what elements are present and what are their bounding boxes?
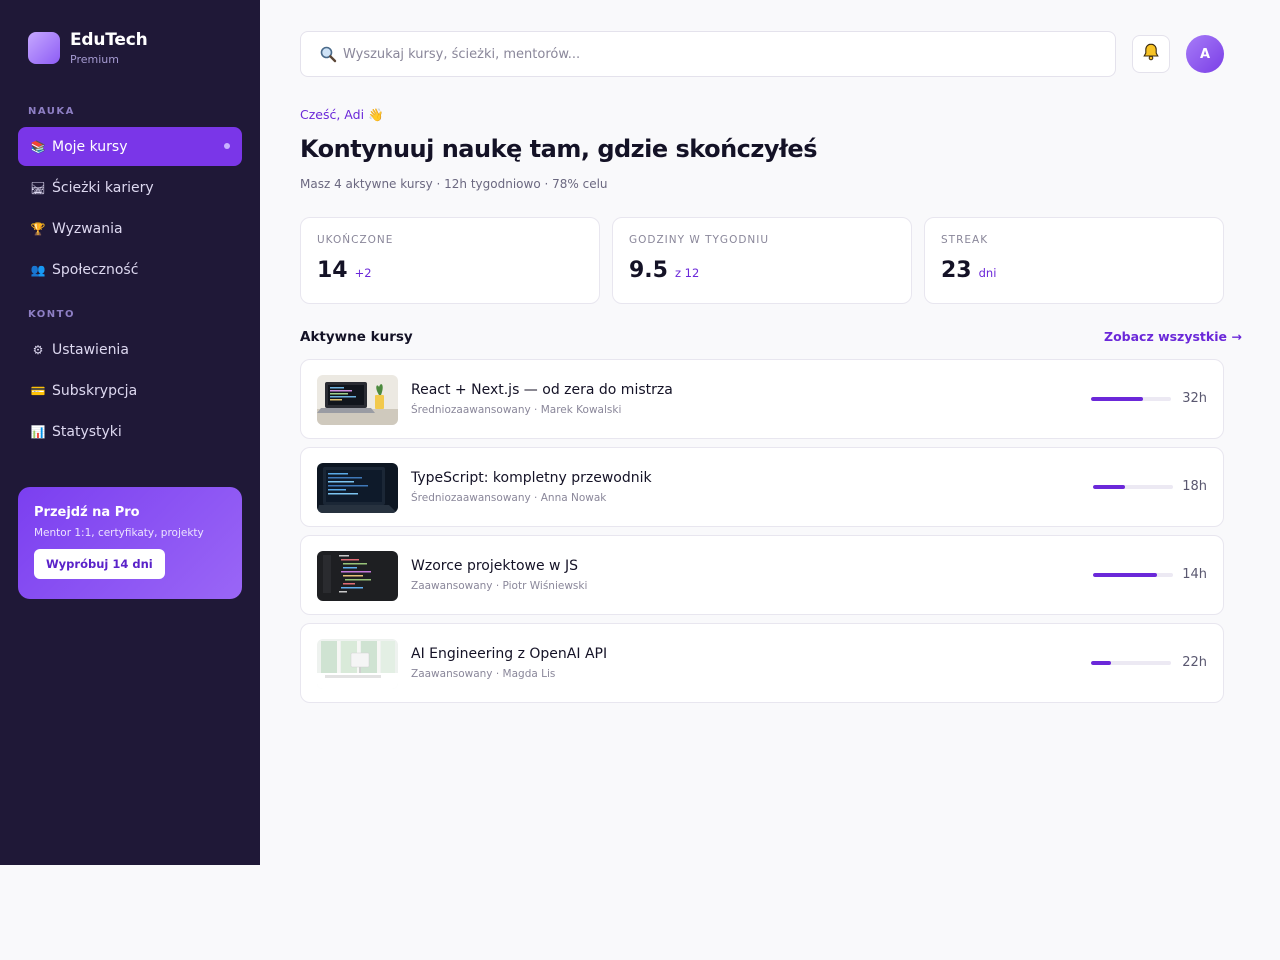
credit-card-icon: 💳 [30,383,46,398]
course-meta: Średniozaawansowany · Anna Nowak [411,492,607,504]
trophy-icon: 🏆 [30,221,46,236]
course-thumbnail [317,639,398,689]
page-subtitle: Masz 4 aktywne kursy · 12h tygodniowo · … [300,177,608,191]
stat-suffix: +2 [354,266,372,280]
sidebar-item-wyzwania[interactable]: 🏆 Wyzwania [18,209,242,248]
course-card[interactable]: Wzorce projektowe w JS Zaawansowany · Pi… [300,535,1224,615]
course-meta: Średniozaawansowany · Marek Kowalski [411,404,622,416]
section-label-konto: KONTO [28,309,75,320]
stat-card-streak: STREAK 23 dni [924,217,1224,304]
stat-label: GODZINY W TYGODNIU [629,234,770,246]
course-progress-bar [1093,573,1173,577]
page-title: Kontynuuj naukę tam, gdzie skończyłeś [300,135,818,163]
active-indicator-dot [224,143,230,149]
brand-tier: Premium [70,53,119,66]
books-icon: 📚 [30,139,46,154]
sidebar-item-label: Moje kursy [52,138,128,155]
course-hours: 32h [1182,391,1207,406]
course-progress-fill [1093,485,1125,489]
course-title: Wzorce projektowe w JS [411,558,578,574]
gear-icon: ⚙ [32,342,44,357]
people-icon: 👥 [30,262,46,277]
course-hours: 14h [1182,567,1207,582]
promo-subtitle: Mentor 1:1, certyfikaty, projekty [34,527,204,539]
railway-icon: 🛤 [30,180,46,195]
sidebar-item-sciezki-kariery[interactable]: 🛤 Ścieżki kariery [18,168,242,207]
course-thumbnail [317,551,398,601]
sidebar-item-statystyki[interactable]: 📊 Statystyki [18,412,242,451]
course-hours: 18h [1182,479,1207,494]
course-title: TypeScript: kompletny przewodnik [411,470,652,486]
sidebar-item-spolecznosc[interactable]: 👥 Społeczność [18,250,242,289]
see-all-link[interactable]: Zobacz wszystkie → [1104,329,1242,344]
stat-card-weekly-hours: GODZINY W TYGODNIU 9.5 z 12 [612,217,912,304]
course-progress-bar [1091,661,1171,665]
course-progress-fill [1093,573,1157,577]
course-meta: Zaawansowany · Piotr Wiśniewski [411,580,588,592]
search-input[interactable] [343,46,1103,62]
greeting: Cześć, Adi 👋 [300,107,384,122]
sidebar-item-label: Ścieżki kariery [52,179,154,196]
stat-label: UKOŃCZONE [317,234,394,246]
stat-label: STREAK [941,234,989,246]
sidebar-item-label: Społeczność [52,261,139,278]
sidebar-item-label: Wyzwania [52,220,123,237]
brand-logo [28,32,60,64]
search-icon [319,45,337,63]
section-label-nauka: NAUKA [28,106,75,117]
stat-suffix: dni [978,266,997,280]
course-card[interactable]: React + Next.js — od zera do mistrza Śre… [300,359,1224,439]
stat-card-completed: UKOŃCZONE 14 +2 [300,217,600,304]
course-hours: 22h [1182,655,1207,670]
stat-value: 9.5 [629,258,668,283]
upgrade-promo-card: Przejdź na Pro Mentor 1:1, certyfikaty, … [18,487,242,599]
course-card[interactable]: AI Engineering z OpenAI API Zaawansowany… [300,623,1224,703]
sidebar-item-label: Subskrypcja [52,382,138,399]
search-bar[interactable] [300,31,1116,77]
course-meta: Zaawansowany · Magda Lis [411,668,556,680]
course-progress-fill [1091,397,1143,401]
try-pro-button[interactable]: Wypróbuj 14 dni [34,549,165,579]
sidebar: EduTech Premium NAUKA 📚 Moje kursy 🛤 Ści… [0,0,260,865]
bar-chart-icon: 📊 [30,424,46,439]
active-courses-heading: Aktywne kursy [300,329,413,345]
stat-value: 23 [941,258,972,283]
course-progress-bar [1091,397,1171,401]
promo-title: Przejdź na Pro [34,505,140,520]
sidebar-item-ustawienia[interactable]: ⚙ Ustawienia [18,330,242,369]
bell-icon [1141,42,1161,66]
stat-value: 14 [317,258,348,283]
brand[interactable]: EduTech Premium [28,30,148,66]
sidebar-item-label: Ustawienia [52,341,129,358]
stat-suffix: z 12 [674,266,700,280]
course-thumbnail [317,463,398,513]
sidebar-item-label: Statystyki [52,423,122,440]
course-progress-bar [1093,485,1173,489]
sidebar-item-subskrypcja[interactable]: 💳 Subskrypcja [18,371,242,410]
course-progress-fill [1091,661,1111,665]
notifications-button[interactable] [1132,35,1170,73]
course-title: React + Next.js — od zera do mistrza [411,382,673,398]
sidebar-item-moje-kursy[interactable]: 📚 Moje kursy [18,127,242,166]
user-avatar[interactable]: A [1186,35,1224,73]
brand-name: EduTech [70,30,148,50]
course-title: AI Engineering z OpenAI API [411,646,608,662]
course-card[interactable]: TypeScript: kompletny przewodnik Średnio… [300,447,1224,527]
course-thumbnail [317,375,398,425]
